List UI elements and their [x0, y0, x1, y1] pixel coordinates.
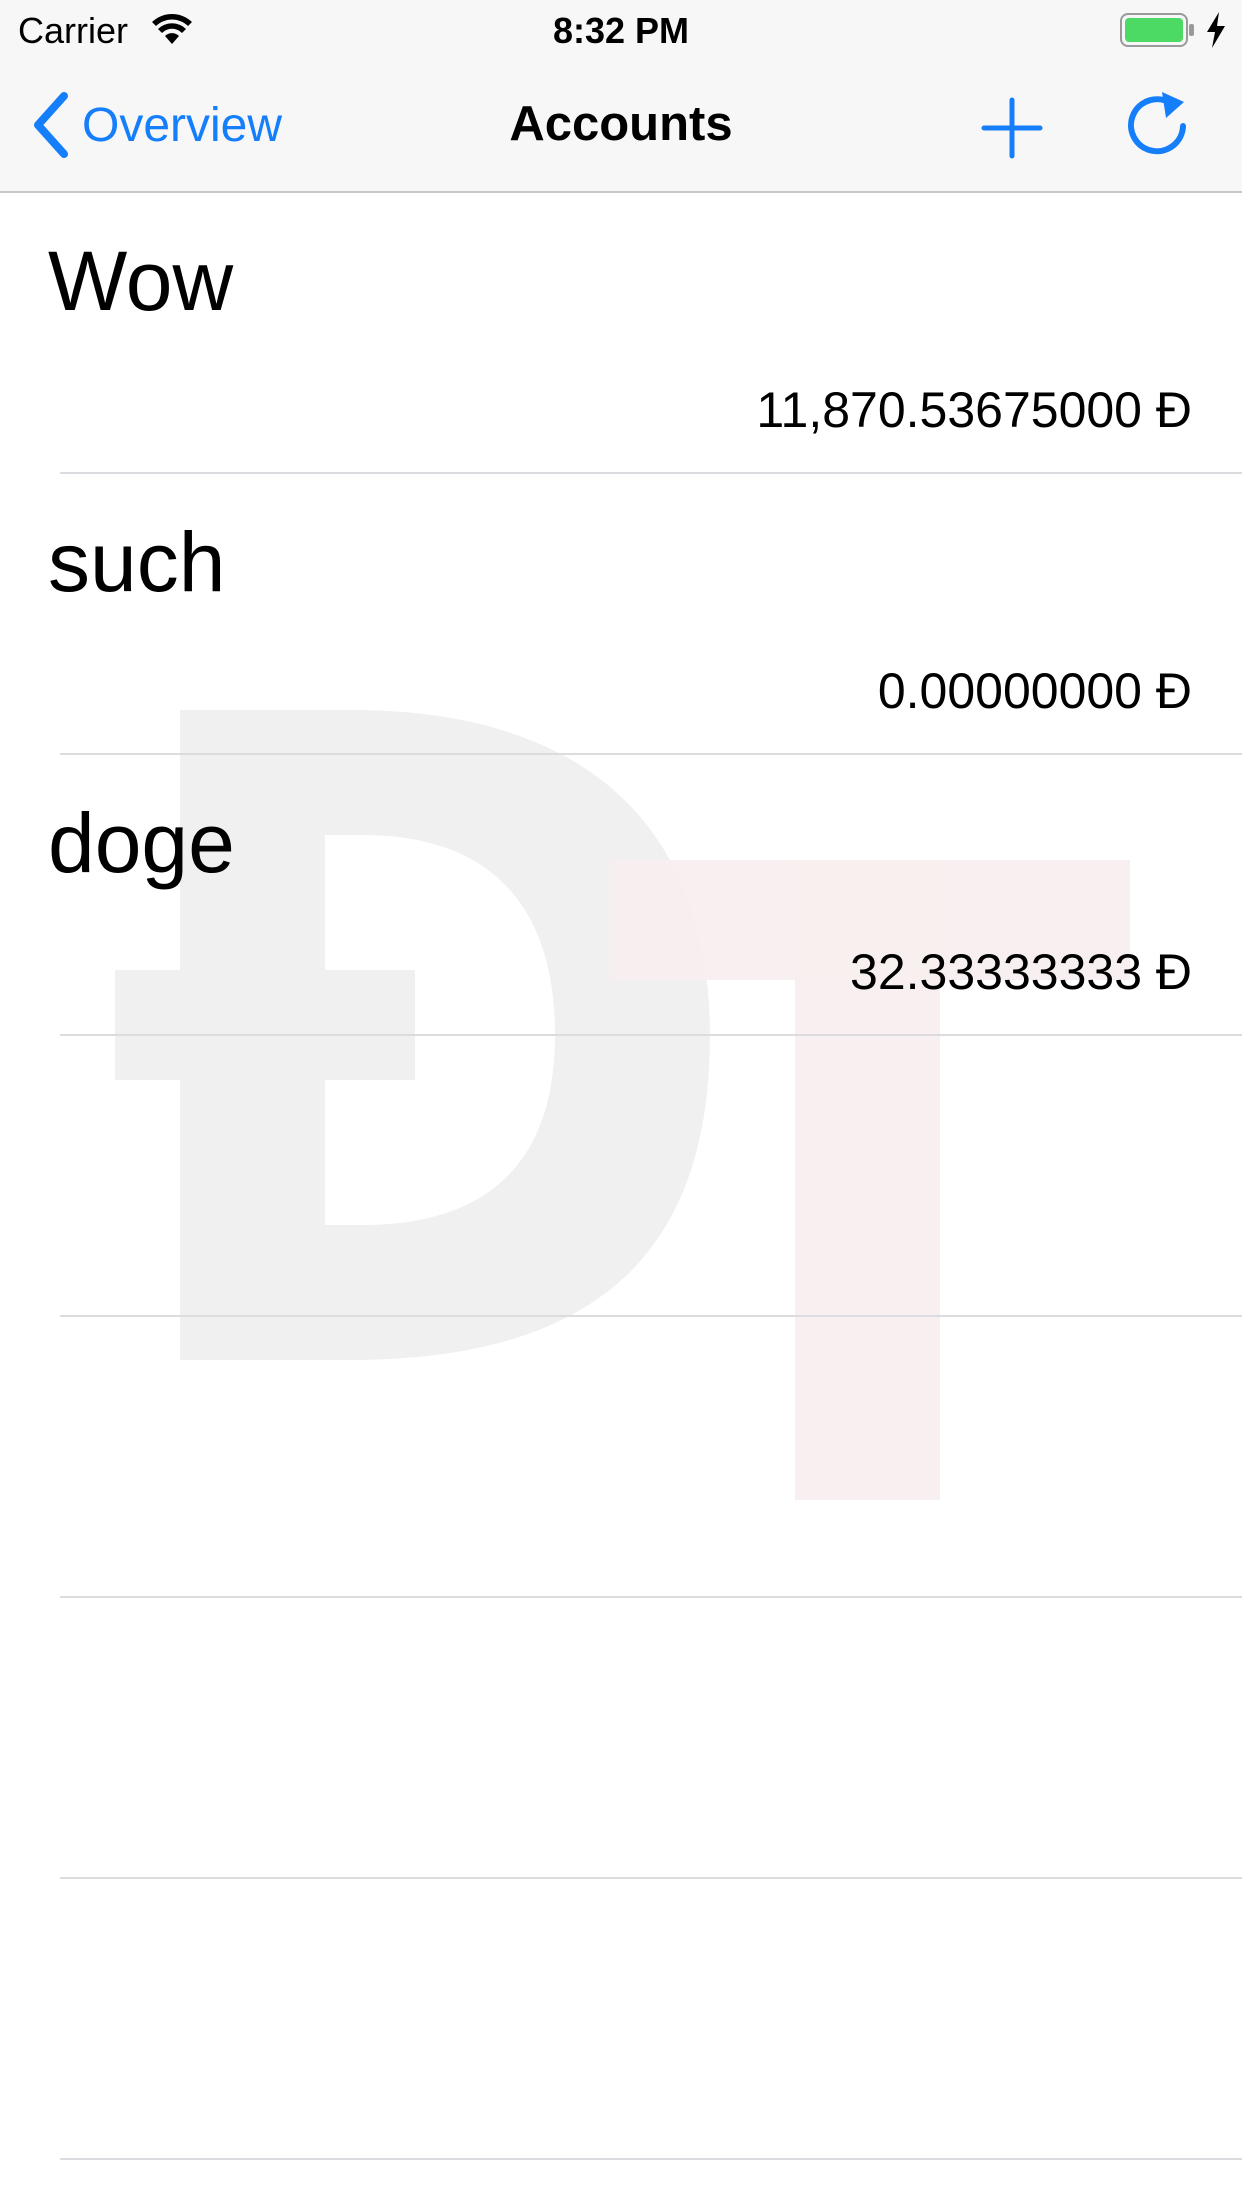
account-balance: 11,870.53675000 Đ [756, 382, 1192, 438]
account-row[interactable]: such 0.00000000 Đ [0, 474, 1242, 755]
add-account-button[interactable] [980, 96, 1044, 160]
status-time: 8:32 PM [552, 10, 690, 51]
account-name: Wow [48, 234, 234, 328]
account-row[interactable]: doge 32.33333333 Đ [0, 755, 1242, 1036]
account-balance: 32.33333333 Đ [850, 944, 1192, 1000]
empty-row [0, 1598, 1242, 1879]
account-balance: 0.00000000 Đ [877, 663, 1192, 719]
page-title: Accounts [509, 97, 733, 151]
refresh-icon [1128, 92, 1186, 155]
empty-row [0, 1317, 1242, 1598]
charging-bolt-icon [1207, 12, 1225, 48]
account-name: such [48, 515, 226, 609]
empty-row [0, 1879, 1242, 2160]
plus-icon [981, 97, 1043, 159]
account-name: doge [48, 796, 235, 890]
account-row[interactable]: Wow 11,870.53675000 Đ [0, 193, 1242, 474]
navigation-bar: Overview Accounts [0, 60, 1242, 193]
status-bar: Carrier 8:32 PM [0, 0, 1242, 60]
accounts-list: Wow 11,870.53675000 Đ such 0.00000000 Đ … [0, 193, 1242, 2160]
battery-icon [1120, 13, 1194, 47]
refresh-button[interactable] [1122, 90, 1192, 160]
empty-row [0, 1036, 1242, 1317]
row-separator [60, 2158, 1242, 2160]
